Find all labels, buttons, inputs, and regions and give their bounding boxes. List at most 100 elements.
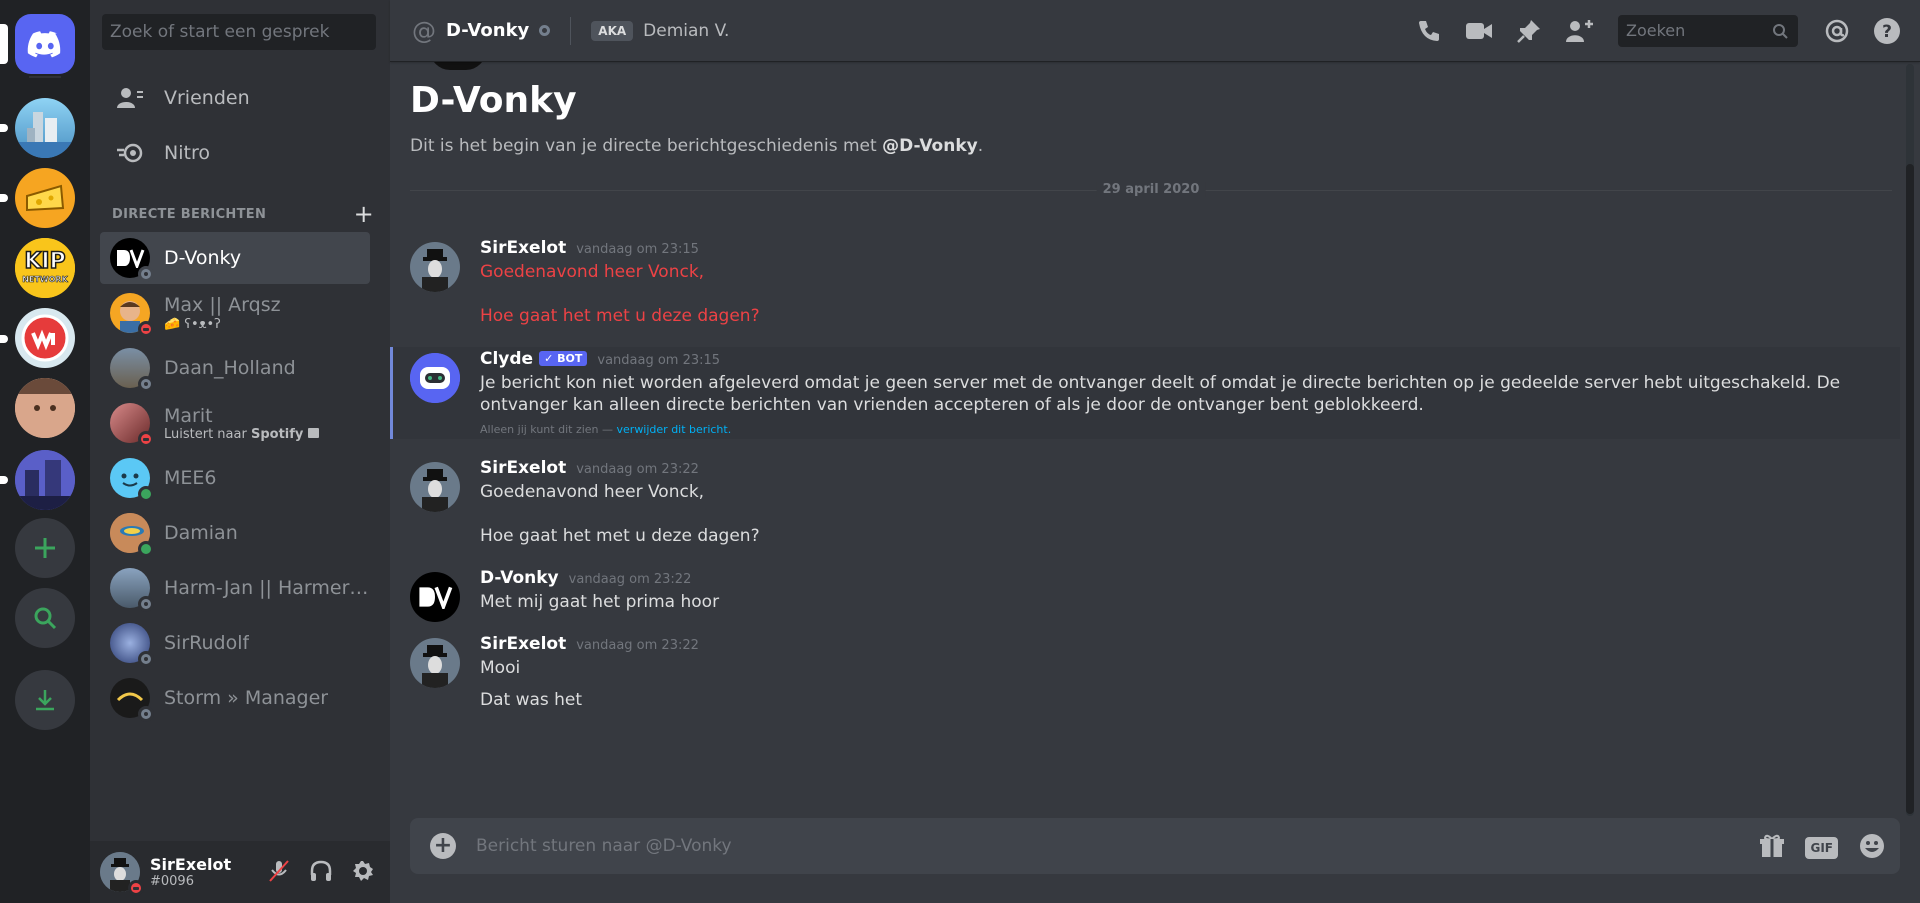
dm-item-daan-holland[interactable]: Daan_Holland [100, 342, 370, 394]
message-scrollbar[interactable] [1906, 64, 1914, 816]
date-divider: 29 april 2020 [410, 182, 1892, 197]
message-text: Dat was het [480, 690, 583, 710]
status-offline-indicator [138, 706, 154, 722]
search-icon [1773, 24, 1788, 39]
dismiss-message-link[interactable]: verwijder dit bericht. [617, 423, 732, 436]
rail-separator [29, 76, 61, 78]
server-purple[interactable] [15, 450, 75, 510]
dm-item-max-arqsz[interactable]: Max || Arqsz 🧀 ʕ•ᴥ•ʔ [100, 287, 370, 339]
dm-section-header: DIRECTE BERICHTEN + [112, 202, 374, 226]
dm-item-harm-jan[interactable]: Harm-Jan || Harmer2... [100, 562, 370, 614]
discord-app: KIP NETWORK Zoek of start een gesprek Vr… [0, 0, 1920, 903]
message-author[interactable]: Clyde [480, 349, 533, 369]
dm-item-damian[interactable]: Damian [100, 507, 370, 559]
server-cheese[interactable] [15, 168, 75, 228]
message-composer[interactable]: + Bericht sturen naar @D-Vonky GIF [410, 818, 1900, 874]
find-conversation-input[interactable]: Zoek of start een gesprek [102, 14, 376, 50]
avatar [110, 513, 154, 557]
scrollbar-thumb[interactable] [1906, 164, 1914, 814]
gift-icon[interactable] [1759, 833, 1785, 863]
message-group-clyde: Clyde ✓ BOT vandaag om 23:15 Je bericht … [390, 349, 1906, 439]
pinned-messages-icon[interactable] [1514, 16, 1544, 46]
message-avatar[interactable] [410, 242, 460, 292]
message-timestamp: vandaag om 23:15 [597, 353, 721, 368]
dm-item-marit[interactable]: Marit Luistert naar Spotify [100, 397, 370, 449]
username: SirExelot [150, 855, 232, 874]
emoji-picker-icon[interactable] [1858, 832, 1886, 864]
dm-item-sirrudolf[interactable]: SirRudolf [100, 617, 370, 669]
home-button[interactable] [15, 14, 75, 74]
voice-call-icon[interactable] [1414, 16, 1444, 46]
message-input-placeholder[interactable]: Bericht sturen naar @D-Vonky [476, 836, 732, 856]
mute-microphone-icon[interactable] [266, 858, 292, 884]
unread-indicator [0, 124, 8, 132]
discord-logo-icon [27, 31, 61, 58]
bot-badge-label: BOT [557, 352, 583, 365]
download-apps-button[interactable] [15, 670, 75, 730]
red-emblem-icon [21, 314, 69, 362]
message-timestamp: vandaag om 23:22 [576, 462, 699, 477]
header-divider [570, 16, 572, 45]
dm-name: SirRudolf [164, 632, 250, 654]
status-offline-indicator [138, 266, 154, 282]
explore-servers-button[interactable] [15, 588, 75, 648]
intro-mention: @D-Vonky [882, 136, 978, 156]
clyde-avatar[interactable] [410, 353, 460, 403]
create-dm-plus-icon[interactable]: + [354, 202, 374, 226]
headphones-icon[interactable] [308, 858, 334, 884]
dm-name: MEE6 [164, 467, 217, 489]
upload-plus-icon[interactable]: + [430, 833, 456, 859]
nav-friends[interactable]: Vrienden [100, 72, 380, 124]
activity-prefix: Luistert naar [164, 426, 251, 442]
add-server-button[interactable] [15, 518, 75, 578]
dm-name: Daan_Holland [164, 357, 296, 379]
help-icon[interactable]: ? [1872, 16, 1902, 46]
settings-gear-icon[interactable] [350, 858, 376, 884]
friends-icon [112, 80, 148, 116]
user-avatar[interactable] [100, 852, 144, 896]
avatar [110, 293, 154, 337]
message-author[interactable]: SirExelot [480, 458, 566, 478]
nav-nitro[interactable]: Nitro [100, 127, 380, 179]
add-friend-to-dm-icon[interactable] [1564, 16, 1594, 46]
server-rail: KIP NETWORK [0, 0, 90, 903]
intro-desc-prefix: Dit is het begin van je directe berichtg… [410, 136, 883, 156]
message-author[interactable]: SirExelot [480, 634, 566, 654]
dm-name: Max || Arqsz [164, 294, 281, 316]
custom-status: 🧀 ʕ•ᴥ•ʔ [164, 317, 221, 332]
date-divider-label: 29 april 2020 [1096, 182, 1206, 197]
mentions-icon[interactable] [1822, 16, 1852, 46]
status-offline-indicator [138, 651, 154, 667]
server-red-badge[interactable] [15, 308, 75, 368]
chat-area: @ D-Vonky AKA Demian V. Zoeken ? D-Vonky… [390, 0, 1920, 903]
server-kip-network[interactable]: KIP NETWORK [15, 238, 75, 298]
avatar [110, 348, 154, 392]
gif-picker-button[interactable]: GIF [1805, 837, 1838, 859]
message-author[interactable]: SirExelot [480, 238, 566, 258]
dm-name: Storm » Manager [164, 687, 329, 709]
message-text: Mooi [480, 658, 521, 678]
nav-nitro-label: Nitro [164, 142, 210, 164]
message-avatar[interactable] [410, 572, 460, 622]
server-face[interactable] [15, 378, 75, 438]
dm-name: Damian [164, 522, 238, 544]
avatar [110, 238, 154, 282]
message-text: Je bericht kon niet worden afgeleverd om… [480, 373, 1841, 393]
message-text-failed: Hoe gaat het met u deze dagen? [480, 306, 760, 326]
message-author[interactable]: D-Vonky [480, 568, 559, 588]
avatar [110, 458, 154, 502]
dv-logo-icon [117, 249, 145, 268]
dm-item-mee6[interactable]: MEE6 [100, 452, 370, 504]
message-avatar[interactable] [410, 638, 460, 688]
search-icon [34, 607, 57, 630]
message-group: D-Vonky vandaag om 23:22 Met mij gaat he… [390, 568, 1906, 624]
header-search-input[interactable]: Zoeken [1618, 15, 1798, 47]
video-call-icon[interactable] [1464, 16, 1494, 46]
server-city[interactable] [15, 98, 75, 158]
svg-text:?: ? [1882, 22, 1892, 42]
dm-item-d-vonky[interactable]: D-Vonky [100, 232, 370, 284]
avatar [110, 403, 154, 447]
dm-name: D-Vonky [164, 247, 242, 269]
dm-item-storm-manager[interactable]: Storm » Manager [100, 672, 370, 724]
message-avatar[interactable] [410, 462, 460, 512]
